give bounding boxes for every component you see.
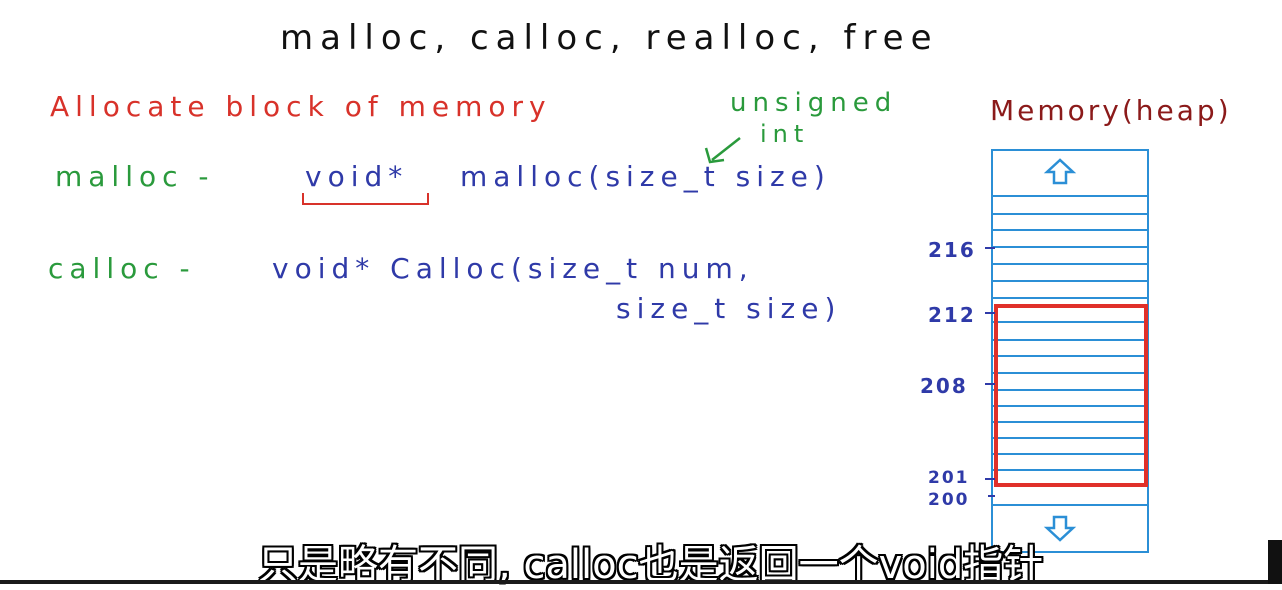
heap-column (991, 149, 1149, 553)
address-212: 212 (928, 303, 976, 327)
address-216: 216 (928, 238, 976, 262)
pointer-arrow-icon (704, 137, 741, 164)
bottom-bar (0, 580, 1282, 584)
return-type-bracket (302, 193, 429, 205)
address-201: 201 (928, 468, 970, 488)
allocated-block (994, 304, 1148, 487)
memory-diagram (302, 137, 1149, 553)
arrow-down-icon (1043, 515, 1077, 542)
right-edge-shadow (1268, 540, 1282, 584)
address-200: 200 (928, 490, 970, 510)
heap-rows (992, 195, 1148, 506)
arrow-up-icon (1043, 158, 1077, 185)
address-208: 208 (920, 374, 968, 398)
